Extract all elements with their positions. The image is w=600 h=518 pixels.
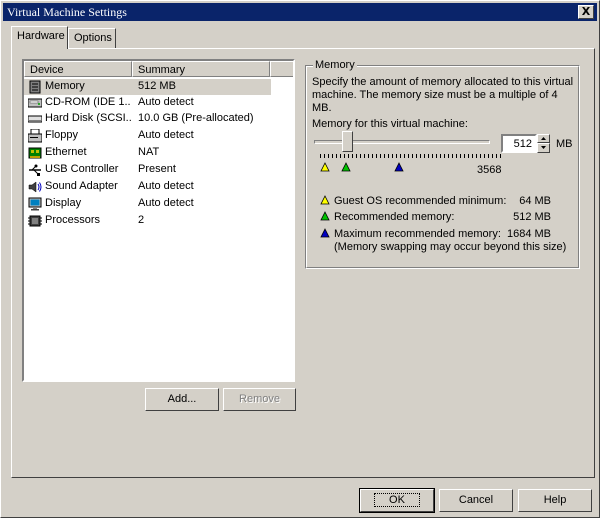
device-name: USB Controller [45,163,119,175]
sound-adapter-icon [28,180,42,194]
add-device-button-label: Add... [167,393,197,405]
memory-slider-ticks [320,154,502,158]
help-button[interactable]: Help [518,489,592,512]
legend-recommended-icon [320,211,330,221]
legend-recommended-value: 512 MB [513,211,551,223]
ethernet-icon [28,146,42,160]
close-button[interactable]: X [578,5,594,19]
device-row-memory[interactable]: Memory 512 MB [24,79,271,95]
device-name: CD-ROM (IDE 1... [45,96,131,108]
legend-guest-min-icon [320,195,330,205]
device-summary: Present [138,163,176,175]
help-button-label: Help [543,494,567,506]
device-row-hard-disk[interactable]: Hard Disk (SCSI... 10.0 GB (Pre-allocate… [24,111,271,127]
virtual-machine-settings-window: Virtual Machine Settings X Hardware Opti… [0,0,600,518]
window-title: Virtual Machine Settings [7,5,127,19]
remove-device-button[interactable]: Remove [223,388,296,411]
tab-hardware-label: Hardware [17,30,65,42]
device-name: Hard Disk (SCSI... [45,112,131,124]
column-header-filler [270,61,293,77]
device-summary: 512 MB [138,80,176,92]
legend-guest-min-label: Guest OS recommended minimum: [334,195,507,207]
arrow-up-icon [541,137,546,140]
device-row-sound-adapter[interactable]: Sound Adapter Auto detect [24,179,271,195]
device-name: Sound Adapter [45,180,118,192]
device-row-display[interactable]: Display Auto detect [24,196,271,212]
memory-group-label: Memory [313,59,357,71]
device-row-usb-controller[interactable]: USB Controller Present [24,162,271,178]
device-row-cdrom[interactable]: CD-ROM (IDE 1... Auto detect [24,95,271,111]
device-summary: Auto detect [138,180,194,192]
memory-slider-track[interactable] [314,140,490,144]
tab-hardware[interactable]: Hardware [11,26,68,49]
memory-slider-label: Memory for this virtual machine: [312,118,468,130]
device-row-processors[interactable]: Processors 2 [24,213,271,229]
spin-up-button[interactable] [537,134,550,143]
floppy-icon [27,128,43,143]
close-icon: X [581,5,591,18]
tab-options-label: Options [74,32,112,44]
device-list-header: Device Summary [24,61,293,78]
device-summary: Auto detect [138,96,194,108]
device-summary: Auto detect [138,197,194,209]
memory-size-spinner[interactable] [537,134,550,153]
legend-guest-min-value: 64 MB [519,195,551,207]
cancel-button[interactable]: Cancel [439,489,513,512]
device-list[interactable]: Device Summary Memory 512 MB CD-ROM (IDE… [22,59,295,382]
add-device-button[interactable]: Add... [145,388,219,411]
device-summary: 10.0 GB (Pre-allocated) [138,112,254,124]
device-summary: Auto detect [138,129,194,141]
legend-max-recommended-label: Maximum recommended memory: [334,228,501,240]
device-name: Memory [45,80,131,92]
device-summary: NAT [138,146,160,158]
spin-down-button[interactable] [537,143,550,153]
guest-min-marker-icon [320,162,330,172]
memory-unit-label: MB [556,138,573,150]
memory-slider-thumb[interactable] [342,131,353,152]
column-header-summary[interactable]: Summary [132,61,270,77]
device-row-ethernet[interactable]: Ethernet NAT [24,145,271,161]
memory-swap-note: (Memory swapping may occur beyond this s… [334,241,567,253]
usb-controller-icon [28,163,42,177]
slider-max-label: 3568 [477,164,502,176]
device-name: Display [45,197,82,209]
display-icon [28,197,42,211]
hard-disk-icon [27,112,43,126]
memory-size-input[interactable]: 512 [501,134,537,153]
legend-max-recommended-value: 1684 MB [506,228,551,240]
ok-button[interactable]: OK [359,488,435,513]
ok-button-label: OK [374,493,420,507]
column-header-device[interactable]: Device [24,61,132,77]
legend-recommended-label: Recommended memory: [334,211,455,223]
processors-icon [28,214,42,228]
max-recommended-marker-icon [394,162,404,172]
arrow-down-icon [541,146,546,149]
legend-max-recommended-icon [320,228,330,238]
memory-icon [28,80,42,94]
title-bar[interactable]: Virtual Machine Settings X [3,3,597,21]
cancel-button-label: Cancel [458,494,494,506]
cdrom-icon [27,96,43,110]
device-name: Ethernet [45,146,87,158]
device-row-floppy[interactable]: Floppy Auto detect [24,128,271,144]
tab-options[interactable]: Options [68,28,116,48]
remove-device-button-label: Remove [239,393,280,405]
device-name: Processors [45,214,101,226]
recommended-marker-icon [341,162,351,172]
device-name: Floppy [45,129,79,141]
device-summary: 2 [138,214,145,226]
memory-description: Specify the amount of memory allocated t… [312,76,574,114]
